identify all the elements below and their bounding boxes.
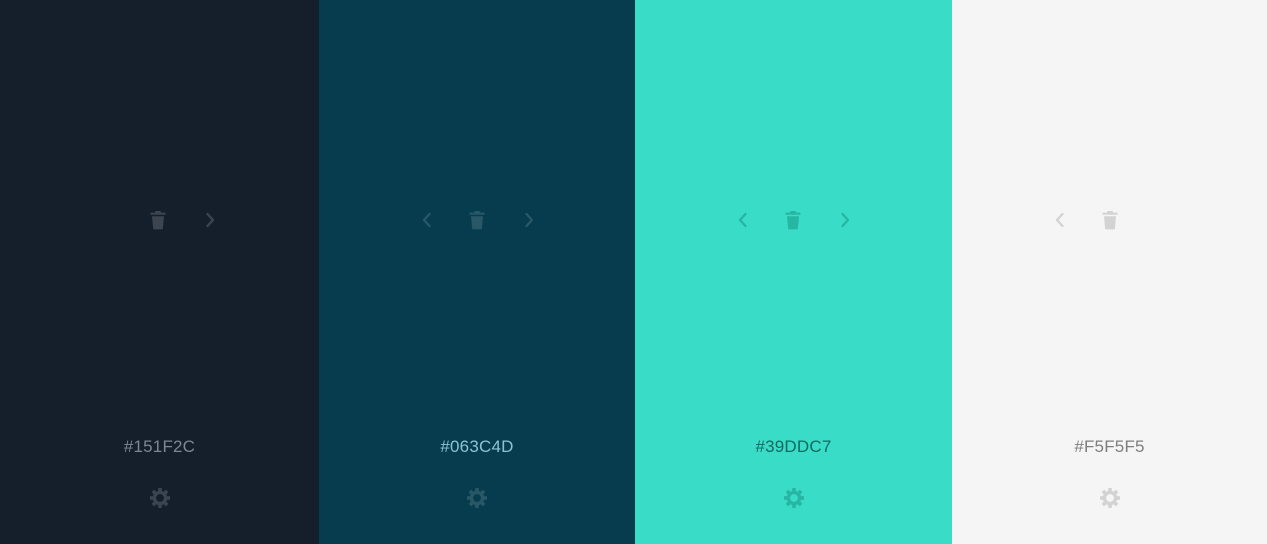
trash-icon[interactable]	[465, 208, 489, 232]
chevron-right-icon[interactable]	[198, 208, 222, 232]
trash-icon[interactable]	[781, 208, 805, 232]
swatch-controls	[952, 208, 1267, 232]
chevron-left-icon[interactable]	[731, 208, 755, 232]
hex-label[interactable]: #39DDC7	[635, 437, 952, 457]
swatch-controls	[319, 208, 635, 232]
gear-icon[interactable]	[782, 486, 806, 510]
gear-icon[interactable]	[148, 486, 172, 510]
hex-label[interactable]: #F5F5F5	[952, 437, 1267, 457]
hex-label[interactable]: #063C4D	[319, 437, 635, 457]
chevron-right-icon[interactable]	[517, 208, 541, 232]
swatch-controls	[0, 208, 319, 232]
chevron-left-icon[interactable]	[1048, 208, 1072, 232]
trash-icon[interactable]	[1098, 208, 1122, 232]
chevron-left-icon[interactable]	[415, 208, 439, 232]
trash-icon[interactable]	[146, 208, 170, 232]
color-palette: #151F2C #063C4D #39DDC7 #F5F5F5	[0, 0, 1267, 544]
color-swatch-1[interactable]: #151F2C	[0, 0, 319, 544]
color-swatch-3[interactable]: #39DDC7	[635, 0, 952, 544]
color-swatch-4[interactable]: #F5F5F5	[952, 0, 1267, 544]
swatch-controls	[635, 208, 952, 232]
gear-icon[interactable]	[1098, 486, 1122, 510]
color-swatch-2[interactable]: #063C4D	[319, 0, 635, 544]
chevron-right-icon[interactable]	[833, 208, 857, 232]
gear-icon[interactable]	[465, 486, 489, 510]
hex-label[interactable]: #151F2C	[0, 437, 319, 457]
